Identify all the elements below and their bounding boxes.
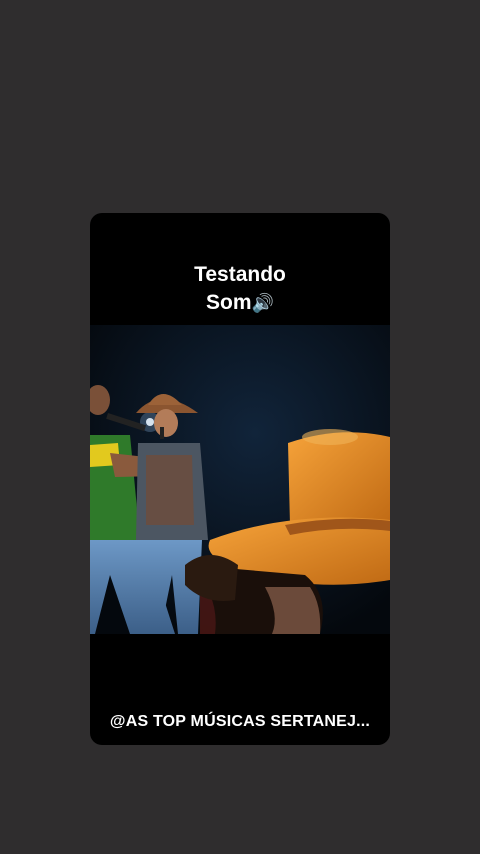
- caption-line-1: Testando: [194, 263, 286, 286]
- story-card[interactable]: Testando Som🔊 @AS TOP MÚSICAS SERTANEJ..…: [90, 213, 390, 745]
- caption-line-2-text: Som: [206, 291, 252, 314]
- concert-scene: [90, 325, 390, 634]
- account-watermark: @AS TOP MÚSICAS SERTANEJ...: [109, 713, 371, 730]
- speaker-volume-icon: 🔊: [251, 293, 274, 313]
- concert-video[interactable]: [90, 325, 390, 634]
- story-caption: Testando Som🔊: [90, 261, 390, 317]
- caption-line-2: Som🔊: [90, 289, 390, 317]
